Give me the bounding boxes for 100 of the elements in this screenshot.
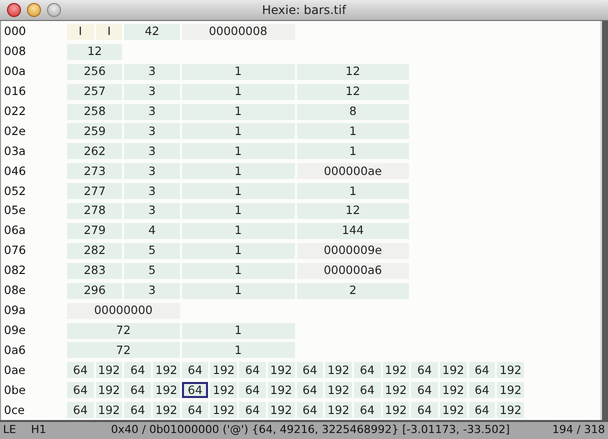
byte-cell[interactable]: 64: [411, 362, 438, 378]
byte-cell[interactable]: 1: [182, 64, 294, 80]
byte-cell[interactable]: 192: [325, 382, 352, 398]
byte-cell[interactable]: 64: [296, 382, 324, 398]
byte-cell[interactable]: 3: [124, 123, 180, 140]
byte-cell[interactable]: 64: [296, 402, 324, 418]
byte-cell[interactable]: 2: [296, 282, 410, 299]
byte-cell[interactable]: 64: [468, 402, 496, 418]
byte-cell[interactable]: 144: [296, 223, 410, 240]
byte-cell[interactable]: 192: [325, 402, 352, 418]
byte-cell[interactable]: 1: [182, 123, 294, 140]
byte-cell[interactable]: I: [67, 24, 94, 40]
byte-cell[interactable]: 64: [239, 402, 266, 418]
byte-cell[interactable]: 262: [67, 143, 122, 160]
minimize-button[interactable]: [27, 3, 41, 17]
byte-cell[interactable]: 1: [182, 262, 294, 279]
byte-cell[interactable]: 12: [296, 64, 410, 80]
byte-cell[interactable]: 192: [210, 362, 238, 378]
byte-cell[interactable]: 8: [296, 104, 410, 120]
byte-cell[interactable]: 192: [153, 382, 180, 398]
byte-cell[interactable]: 1: [182, 322, 294, 339]
byte-cell[interactable]: 12: [296, 203, 410, 220]
byte-cell[interactable]: 279: [67, 223, 122, 240]
byte-cell[interactable]: 192: [440, 362, 467, 378]
byte-cell[interactable]: 256: [67, 64, 122, 80]
byte-cell[interactable]: 1: [182, 183, 294, 200]
byte-cell[interactable]: 12: [296, 84, 410, 100]
byte-cell[interactable]: 64: [124, 362, 152, 378]
byte-cell[interactable]: 192: [268, 402, 294, 418]
byte-cell[interactable]: 4: [124, 223, 180, 240]
byte-cell[interactable]: 72: [67, 322, 180, 339]
byte-cell[interactable]: 64: [354, 382, 381, 398]
byte-cell[interactable]: 1: [182, 163, 294, 180]
byte-cell[interactable]: 000000ae: [296, 163, 410, 180]
byte-cell[interactable]: 192: [210, 402, 238, 418]
byte-cell[interactable]: 5: [124, 242, 180, 259]
byte-cell[interactable]: 64: [411, 402, 438, 418]
byte-cell[interactable]: 64: [411, 382, 438, 398]
byte-cell[interactable]: 192: [153, 362, 180, 378]
byte-cell[interactable]: 192: [153, 402, 180, 418]
byte-cell[interactable]: 64: [354, 402, 381, 418]
byte-cell[interactable]: 64: [67, 362, 94, 378]
byte-cell[interactable]: 64: [239, 382, 266, 398]
byte-cell[interactable]: 1: [296, 123, 410, 140]
byte-cell[interactable]: 3: [124, 203, 180, 220]
byte-cell[interactable]: 192: [382, 362, 410, 378]
byte-cell[interactable]: 3: [124, 183, 180, 200]
byte-cell[interactable]: 192: [325, 362, 352, 378]
byte-cell[interactable]: 192: [96, 362, 122, 378]
byte-cell[interactable]: 1: [182, 282, 294, 299]
byte-cell[interactable]: 3: [124, 282, 180, 299]
byte-cell[interactable]: 3: [124, 104, 180, 120]
byte-cell[interactable]: 3: [124, 163, 180, 180]
byte-cell[interactable]: 192: [268, 382, 294, 398]
byte-cell[interactable]: 192: [497, 402, 524, 418]
byte-cell[interactable]: 278: [67, 203, 122, 220]
byte-cell[interactable]: 1: [296, 183, 410, 200]
byte-cell[interactable]: 64: [296, 362, 324, 378]
byte-cell[interactable]: 1: [182, 242, 294, 259]
byte-cell[interactable]: 192: [96, 402, 122, 418]
byte-cell[interactable]: 64: [67, 402, 94, 418]
byte-cell[interactable]: 1: [182, 203, 294, 220]
zoom-button[interactable]: [47, 3, 61, 17]
byte-cell[interactable]: 64: [124, 402, 152, 418]
byte-cell[interactable]: 192: [268, 362, 294, 378]
byte-cell[interactable]: 259: [67, 123, 122, 140]
byte-cell[interactable]: 192: [440, 402, 467, 418]
byte-cell[interactable]: 192: [382, 382, 410, 398]
scroll-bar[interactable]: [600, 21, 608, 420]
byte-cell[interactable]: 192: [210, 382, 238, 398]
byte-cell[interactable]: 72: [67, 342, 180, 358]
close-button[interactable]: [7, 3, 21, 17]
byte-cell[interactable]: 12: [67, 44, 122, 60]
byte-cell[interactable]: 273: [67, 163, 122, 180]
byte-cell[interactable]: 64: [182, 362, 208, 378]
byte-cell[interactable]: 1: [182, 104, 294, 120]
byte-cell[interactable]: 1: [182, 143, 294, 160]
byte-cell[interactable]: 192: [382, 402, 410, 418]
byte-cell[interactable]: 64: [239, 362, 266, 378]
byte-cell[interactable]: 5: [124, 262, 180, 279]
byte-cell[interactable]: 64: [468, 362, 496, 378]
byte-cell[interactable]: 296: [67, 282, 122, 299]
byte-cell[interactable]: 1: [182, 223, 294, 240]
byte-cell[interactable]: 258: [67, 104, 122, 120]
byte-cell[interactable]: 192: [96, 382, 122, 398]
byte-cell[interactable]: 3: [124, 64, 180, 80]
byte-cell[interactable]: 00000000: [67, 302, 180, 319]
byte-cell[interactable]: 277: [67, 183, 122, 200]
byte-cell[interactable]: 192: [440, 382, 467, 398]
byte-cell[interactable]: 1: [182, 84, 294, 100]
byte-cell[interactable]: 3: [124, 84, 180, 100]
byte-cell[interactable]: 64: [182, 382, 208, 398]
byte-cell[interactable]: 283: [67, 262, 122, 279]
byte-cell[interactable]: 1: [296, 143, 410, 160]
byte-cell[interactable]: I: [96, 24, 122, 40]
byte-cell[interactable]: 3: [124, 143, 180, 160]
byte-cell[interactable]: 64: [124, 382, 152, 398]
byte-cell[interactable]: 000000a6: [296, 262, 410, 279]
byte-cell[interactable]: 192: [497, 362, 524, 378]
byte-cell[interactable]: 1: [182, 342, 294, 358]
